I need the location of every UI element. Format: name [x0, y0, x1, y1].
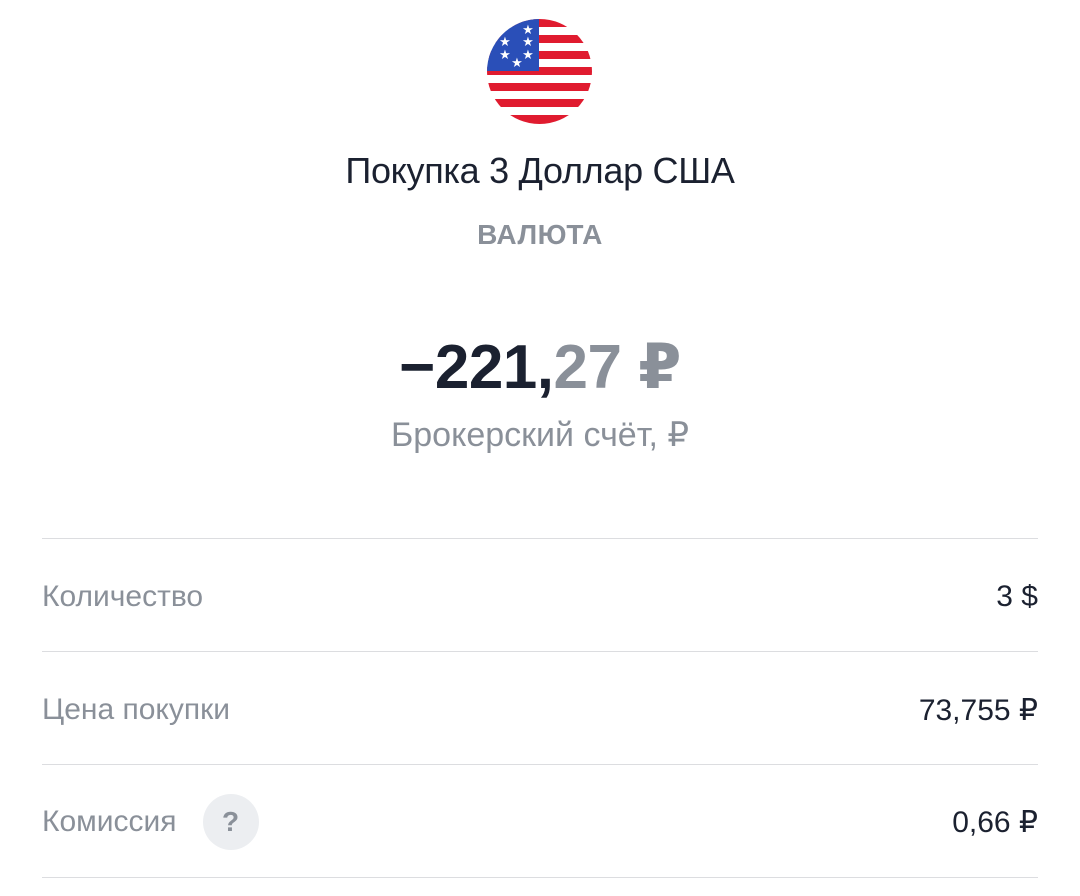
account-name: Брокерский счёт, ₽	[390, 416, 690, 454]
price-label: Цена покупки	[42, 693, 230, 726]
commission-value: 0,66 ₽	[952, 805, 1038, 839]
divider	[42, 538, 1038, 539]
detail-row-quantity: Количество 3 $	[42, 541, 1038, 653]
us-flag-icon: ★ ★ ★ ★ ★ ★	[487, 19, 592, 124]
divider	[42, 764, 1038, 765]
divider	[42, 877, 1038, 878]
operation-amount: −221,27 ₽	[0, 330, 1080, 403]
svg-text:★: ★	[499, 48, 511, 63]
detail-row-commission: Комиссия ? 0,66 ₽	[42, 766, 1038, 878]
commission-label: Комиссия	[42, 805, 177, 838]
quantity-value: 3 $	[996, 580, 1038, 613]
svg-text:★: ★	[522, 48, 534, 63]
operation-title: Покупка 3 Доллар США	[345, 150, 735, 191]
amount-integer: −221,	[399, 333, 554, 402]
amount-fraction: 27 ₽	[553, 333, 682, 402]
quantity-label: Количество	[42, 580, 204, 613]
commission-label-group: Комиссия ?	[42, 794, 259, 850]
detail-row-price: Цена покупки 73,755 ₽	[42, 654, 1038, 766]
price-value: 73,755 ₽	[918, 693, 1038, 727]
help-icon[interactable]: ?	[202, 794, 259, 850]
divider	[42, 651, 1038, 652]
operation-category: ВАЛЮТА	[477, 219, 603, 250]
svg-text:★: ★	[511, 56, 523, 71]
